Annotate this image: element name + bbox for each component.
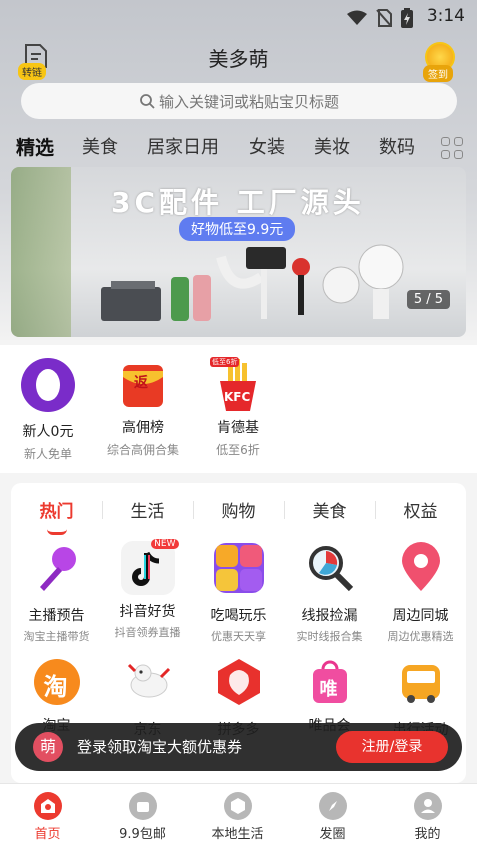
quick-entry-high-commission[interactable]: 返 高佣榜 综合高佣合集 — [98, 357, 188, 458]
category-tab-food[interactable]: 美食 — [82, 133, 118, 159]
nav-home[interactable]: 首页 — [0, 792, 95, 842]
nav-label: 9.9包邮 — [119, 827, 166, 842]
status-bar: 3:14 — [0, 0, 477, 34]
channel-item-douyin[interactable]: NEW 抖音好货 抖音领券直播 — [102, 539, 193, 640]
channel-label: 周边同城 — [392, 608, 449, 624]
channel-label: 线报捡漏 — [301, 608, 358, 624]
nav-label: 本地生活 — [211, 827, 264, 842]
app-header: 转链 美多萌 签到 — [0, 36, 477, 82]
nav-local-life[interactable]: 本地生活 — [190, 792, 285, 842]
kfc-icon: 低至6折 KFC — [210, 357, 266, 413]
channel-label: 主播预告 — [28, 608, 85, 624]
category-tab-featured[interactable]: 精选 — [16, 133, 54, 160]
taobao-icon-text: 淘 — [43, 673, 68, 701]
category-tab-women[interactable]: 女装 — [249, 133, 285, 159]
nav-profile[interactable]: 我的 — [380, 792, 475, 842]
vip-icon-text: 唯 — [319, 679, 338, 700]
quick-entry-label: 新人0元 — [22, 424, 74, 440]
nav-label: 发圈 — [319, 827, 346, 842]
channel-item-streamer-preview[interactable]: 主播预告 淘宝主播带货 — [11, 541, 102, 644]
search-bar[interactable]: 输入关键词或粘贴宝贝标题 — [21, 83, 457, 119]
quick-entry-label: 肯德基 — [217, 420, 259, 436]
search-icon — [140, 94, 155, 109]
category-tabs: 精选 美食 居家日用 女装 美妆 数码 — [0, 133, 477, 163]
compass-icon — [318, 792, 347, 820]
channel-label: 抖音好货 — [119, 604, 176, 620]
login-prompt-text: 登录领取淘宝大额优惠券 — [77, 738, 243, 756]
channel-tabs: 热门 生活 购物 美食 权益 — [11, 497, 466, 535]
kfc-badge: 低至6折 — [210, 357, 240, 367]
kfc-text: KFC — [224, 390, 251, 404]
quick-entry-sub: 综合高佣合集 — [106, 443, 179, 457]
new-badge: NEW — [151, 539, 179, 549]
microphone-icon — [39, 547, 76, 591]
taobao-icon: 淘 — [29, 655, 84, 709]
channel-tab-shopping[interactable]: 购物 — [193, 497, 284, 522]
status-time: 3:14 — [426, 6, 465, 26]
login-prompt-bar: 萌 登录领取淘宝大额优惠券 注册/登录 — [15, 723, 462, 771]
channel-sub: 优惠天天享 — [211, 630, 266, 643]
channel-sub: 抖音领券直播 — [114, 626, 181, 639]
battery-icon — [401, 8, 413, 28]
new-user-icon — [21, 358, 75, 412]
channel-tab-food[interactable]: 美食 — [284, 497, 375, 522]
magnifier-chart-icon — [308, 546, 353, 592]
channel-item-deal-alerts[interactable]: 线报捡漏 实时线报合集 — [284, 541, 375, 644]
quick-entry-sub: 低至6折 — [216, 443, 260, 457]
bag-icon — [128, 792, 157, 820]
channel-tab-benefits[interactable]: 权益 — [375, 497, 466, 522]
jd-dog-icon — [127, 663, 170, 698]
signin-badge: 签到 — [423, 65, 453, 82]
bottom-navigation: 首页 9.9包邮 本地生活 发圈 我的 — [0, 783, 477, 851]
status-icons — [347, 8, 413, 28]
app-title: 美多萌 — [208, 47, 269, 71]
red-envelope-text: 返 — [134, 375, 148, 391]
bus-icon — [401, 665, 440, 703]
register-login-button[interactable]: 注册/登录 — [336, 731, 448, 763]
banner-page-counter: 5 / 5 — [406, 290, 450, 309]
quick-entry-new-user[interactable]: 新人0元 新人免单 — [3, 357, 93, 462]
profile-icon — [413, 792, 442, 820]
channel-item-food-fun[interactable]: 吃喝玩乐 优惠天天享 — [193, 541, 284, 644]
douyin-icon: NEW — [120, 539, 179, 595]
vip-bag-icon: 唯 — [303, 655, 357, 709]
channel-tab-hot[interactable]: 热门 — [11, 497, 102, 522]
nav-label: 首页 — [34, 827, 61, 842]
channel-sub: 周边优惠精选 — [387, 630, 454, 643]
nav-free-shipping[interactable]: 9.9包邮 — [95, 792, 190, 842]
food-fun-icon — [213, 543, 264, 593]
category-grid-icon[interactable] — [441, 137, 463, 159]
red-envelope-icon: 返 — [115, 357, 171, 413]
category-tab-beauty[interactable]: 美妆 — [314, 133, 350, 159]
promo-banner[interactable]: 3C配件 工厂源头 好物低至9.9元 5 / 5 — [11, 167, 466, 337]
channel-sub: 淘宝主播带货 — [23, 630, 90, 643]
quick-entry-panel: 新人0元 新人免单 返 高佣榜 综合高佣合集 低至6折 KFC 肯德基 低至6折 — [0, 345, 477, 473]
quick-entry-label: 高佣榜 — [122, 420, 164, 436]
channel-item-nearby[interactable]: 周边同城 周边优惠精选 — [375, 541, 466, 644]
banner-products-image — [101, 244, 404, 321]
wifi-icon — [347, 10, 367, 25]
banner-title: 3C配件 工厂源头 — [111, 186, 365, 219]
search-placeholder: 输入关键词或粘贴宝贝标题 — [158, 92, 339, 111]
channel-label: 吃喝玩乐 — [210, 608, 267, 624]
no-sim-icon — [376, 9, 392, 27]
app-logo-icon: 萌 — [33, 732, 63, 762]
channel-tab-life[interactable]: 生活 — [102, 497, 193, 522]
active-tab-indicator — [47, 529, 67, 535]
nav-moments[interactable]: 发圈 — [285, 792, 380, 842]
nav-label: 我的 — [414, 827, 441, 842]
category-tab-digital[interactable]: 数码 — [379, 133, 415, 159]
quick-entry-kfc[interactable]: 低至6折 KFC 肯德基 低至6折 — [193, 357, 283, 458]
category-tab-home[interactable]: 居家日用 — [147, 133, 219, 159]
signin-button[interactable]: 签到 — [421, 42, 459, 82]
quick-entry-sub: 新人免单 — [23, 447, 72, 461]
location-pin-icon — [401, 542, 440, 591]
channel-sub: 实时线报合集 — [296, 630, 363, 643]
home-icon — [33, 792, 62, 820]
shield-icon — [223, 792, 252, 820]
pinduoduo-icon — [217, 659, 260, 705]
